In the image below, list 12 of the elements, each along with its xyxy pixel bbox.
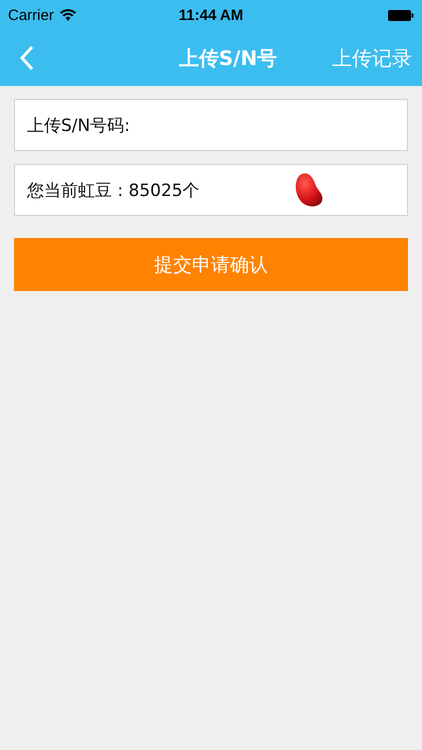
battery-icon (388, 10, 414, 20)
bean-balance: 您当前虹豆 : 85025个 (27, 180, 200, 202)
bean-icon (294, 172, 324, 208)
status-time: 11:44 AM (178, 6, 244, 24)
submit-button[interactable]: 提交申请确认 (14, 238, 408, 291)
upload-history-button[interactable]: 上传记录 (332, 44, 412, 72)
back-button[interactable] (20, 45, 34, 71)
field-label: 上传S/N号码: (27, 114, 130, 136)
wifi-icon (60, 9, 76, 21)
carrier-name: Carrier (8, 6, 54, 24)
nav-title: 上传S/N号 (178, 44, 278, 72)
sn-field[interactable]: 上传S/N号码: (14, 99, 408, 151)
